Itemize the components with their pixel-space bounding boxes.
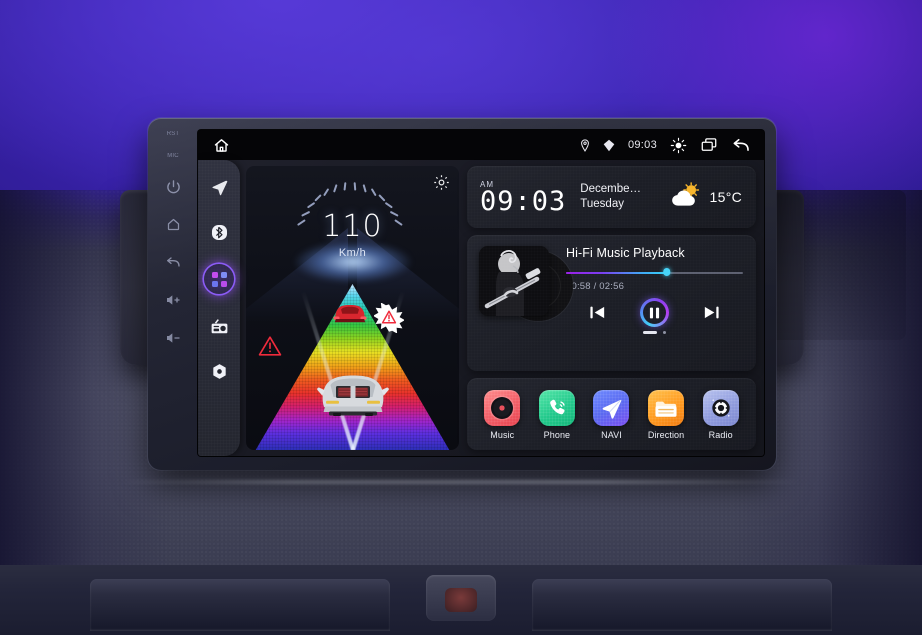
status-back-icon[interactable] — [731, 137, 750, 153]
page-dot-active — [642, 331, 657, 334]
next-track-icon[interactable] — [703, 305, 720, 320]
volume-up-button[interactable] — [160, 289, 186, 311]
air-vent-left — [90, 579, 390, 631]
collision-burst-icon — [372, 302, 405, 338]
date-block: Decembe… Tuesday — [580, 183, 641, 211]
recent-apps-icon[interactable] — [700, 137, 718, 153]
app-phone-label: Phone — [543, 430, 571, 440]
home-button[interactable] — [160, 213, 186, 235]
hazard-button[interactable] — [426, 575, 496, 621]
previous-track-icon[interactable] — [589, 305, 606, 320]
hardware-button-column: RST MIC — [148, 118, 198, 470]
gear-icon[interactable] — [433, 174, 450, 196]
app-navi[interactable]: NAVI — [586, 390, 636, 440]
app-music-label: Music — [490, 430, 515, 440]
album-art — [479, 246, 549, 316]
mic-label: MIC — [167, 153, 179, 159]
dashboard-highlight — [120, 480, 802, 484]
app-direction[interactable]: Direction — [641, 390, 691, 440]
partly-cloudy-icon — [670, 182, 702, 212]
music-player-widget[interactable]: Hi-Fi Music Playback 00:58 / 02:56 — [467, 235, 756, 371]
apps-grid-icon — [211, 271, 227, 287]
clock: AM 09:03 — [480, 180, 566, 215]
page-indicator[interactable] — [566, 331, 743, 335]
app-navi-label: NAVI — [601, 430, 622, 440]
dashboard-vent-strip — [0, 565, 922, 635]
app-phone-icon — [538, 390, 575, 426]
vinyl-record-icon — [491, 397, 514, 419]
music-info: Hi-Fi Music Playback 00:58 / 02:56 — [566, 246, 743, 363]
status-time: 09:03 — [627, 139, 657, 151]
status-right-group: 09:03 — [580, 137, 750, 154]
touchscreen[interactable]: 09:03 110 Km/h AM 09:03 Decembe… Tuesday… — [198, 130, 764, 456]
date-weekday: Tuesday — [580, 198, 624, 210]
sidebar-item-settings[interactable] — [206, 358, 232, 384]
page-dot-inactive — [662, 331, 667, 335]
pause-icon — [643, 301, 666, 324]
widget-column: AM 09:03 Decembe… Tuesday 15°C Hi-Fi Mus… — [467, 166, 756, 450]
weather-block[interactable]: 15°C — [670, 182, 742, 212]
speed-tick-arc — [288, 176, 418, 242]
reset-label: RST — [166, 131, 180, 137]
speed-unit: Km/h — [338, 247, 367, 259]
clock-weather-widget[interactable]: AM 09:03 Decembe… Tuesday 15°C — [467, 166, 756, 228]
app-sidebar — [198, 160, 240, 456]
bluetooth-diamond-icon — [603, 139, 615, 152]
screen-body: 110 Km/h AM 09:03 Decembe… Tuesday 15°C … — [198, 160, 764, 456]
ego-vehicle — [316, 363, 390, 424]
brightness-icon[interactable] — [670, 137, 687, 154]
app-dock: Music Phone NAVI Direction Radio — [467, 378, 756, 450]
album-art-group — [479, 246, 573, 363]
air-vent-right — [532, 579, 832, 631]
status-bar: 09:03 — [198, 130, 764, 160]
app-navi-icon — [593, 390, 630, 426]
progress-fill — [566, 272, 667, 275]
app-music-icon — [484, 390, 521, 426]
app-direction-label: Direction — [647, 430, 685, 440]
playback-controls — [566, 298, 743, 327]
app-radio[interactable]: Radio — [696, 390, 746, 440]
sidebar-item-apps[interactable] — [204, 264, 234, 294]
app-direction-icon — [648, 390, 685, 426]
play-pause-button[interactable] — [640, 298, 669, 327]
sidebar-item-radio[interactable] — [206, 313, 232, 339]
app-radio-icon — [702, 390, 739, 426]
app-phone[interactable]: Phone — [532, 390, 582, 440]
status-home-icon[interactable] — [208, 132, 234, 158]
back-button[interactable] — [160, 251, 186, 273]
location-pin-icon — [580, 138, 590, 152]
track-time: 00:58 / 02:56 — [566, 281, 625, 292]
speedometer: 110 Km/h — [288, 176, 418, 259]
sidebar-item-navigation[interactable] — [206, 174, 232, 200]
home-panes: 110 Km/h AM 09:03 Decembe… Tuesday 15°C … — [240, 160, 764, 456]
warning-triangle-icon — [258, 335, 282, 362]
car-head-unit: RST MIC 09:03 110 Km/h AM 09:03 Decembe…… — [148, 118, 776, 470]
driving-hud-widget[interactable]: 110 Km/h — [246, 166, 459, 450]
track-title: Hi-Fi Music Playback — [566, 246, 685, 260]
clock-time: 09:03 — [480, 185, 567, 217]
lead-vehicle — [330, 297, 370, 332]
progress-handle[interactable] — [663, 268, 671, 276]
temperature-value: 15°C — [709, 189, 742, 205]
volume-down-button[interactable] — [160, 327, 186, 349]
date-month: Decembe… — [580, 183, 641, 196]
power-button[interactable] — [160, 175, 186, 197]
progress-bar[interactable] — [566, 268, 743, 278]
app-music[interactable]: Music — [477, 390, 527, 440]
sidebar-item-bluetooth[interactable] — [206, 219, 232, 245]
app-radio-label: Radio — [708, 430, 733, 440]
